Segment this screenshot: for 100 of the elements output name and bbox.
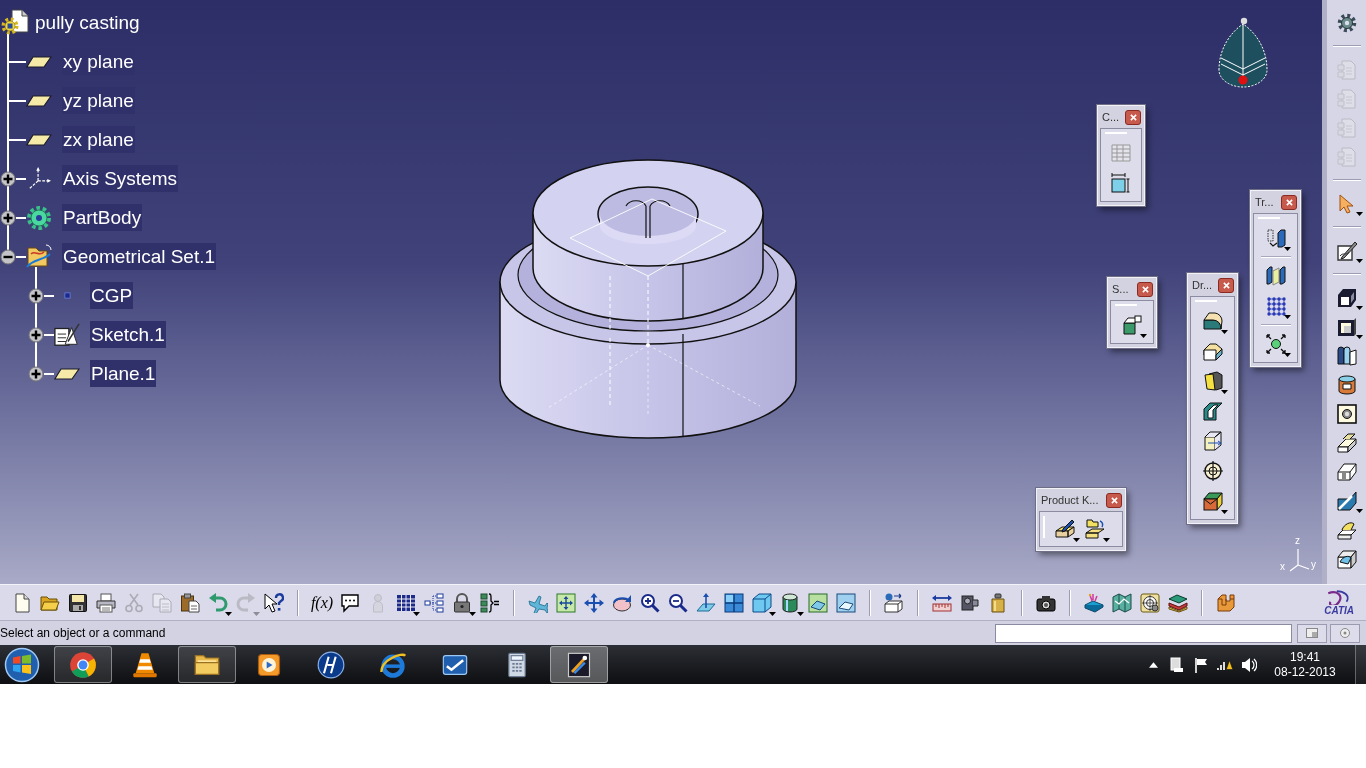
pencil-tray-icon xyxy=(1055,519,1075,539)
tree-item[interactable]: zx plane xyxy=(62,126,135,153)
status-button[interactable] xyxy=(1297,623,1327,643)
loft-shape-icon xyxy=(1336,519,1357,540)
caret-icon xyxy=(1355,335,1363,339)
weight-icon xyxy=(988,592,1008,613)
measure-item-icon xyxy=(960,592,980,613)
clock-date: 08-12-2013 xyxy=(1274,664,1336,680)
caret-icon xyxy=(469,611,476,616)
pocket-block-icon xyxy=(1336,316,1357,337)
slot-shape-icon xyxy=(1336,461,1357,482)
tree-item[interactable]: Sketch.1 xyxy=(90,321,166,348)
caret-icon xyxy=(1355,509,1363,513)
folded-box-icon xyxy=(1122,315,1142,335)
expand-icon[interactable] xyxy=(28,365,44,382)
expand-icon[interactable] xyxy=(0,209,16,226)
redo-arrow-icon xyxy=(236,592,256,613)
tree-item[interactable]: yz plane xyxy=(62,87,135,114)
new-document-icon xyxy=(12,592,32,613)
caret-icon xyxy=(1103,538,1110,542)
taskbar-button[interactable] xyxy=(178,646,236,683)
target-icon xyxy=(1140,592,1160,613)
close-button[interactable] xyxy=(1218,277,1234,293)
status-button[interactable] xyxy=(1330,623,1360,643)
show-desktop-button[interactable] xyxy=(1355,645,1366,684)
point-icon xyxy=(63,292,71,299)
clipboard-icon xyxy=(180,592,200,613)
caret-icon xyxy=(1355,306,1363,310)
cog-icon xyxy=(26,204,52,231)
settings-icon xyxy=(1336,12,1357,33)
expand-icon[interactable] xyxy=(28,287,44,304)
plane-icon xyxy=(26,133,52,146)
sketch-icon xyxy=(1336,240,1357,261)
stiffener-icon xyxy=(1336,490,1357,511)
taskbar-button[interactable] xyxy=(54,646,112,683)
plane-icon xyxy=(26,55,52,68)
fit-all-icon xyxy=(556,592,576,613)
toolbar-title: S... xyxy=(1112,281,1129,297)
caret-icon xyxy=(1355,212,1363,216)
ball-box-icon xyxy=(884,592,904,613)
tree-item[interactable]: Axis Systems xyxy=(62,165,179,192)
shell-block-icon xyxy=(1202,401,1223,421)
hierarchy-icon xyxy=(424,592,444,613)
close-button[interactable] xyxy=(1106,492,1122,508)
u-block-icon xyxy=(1216,592,1236,613)
caret-icon xyxy=(1220,390,1228,394)
compass-icon xyxy=(1218,17,1268,91)
folder-tray-icon xyxy=(1085,519,1105,539)
expand-icon[interactable] xyxy=(0,170,16,187)
close-button[interactable] xyxy=(1281,194,1297,210)
circle-icon xyxy=(1340,628,1350,638)
tree-item[interactable]: Plane.1 xyxy=(90,360,157,387)
map-icon xyxy=(1112,592,1132,613)
axis-label: z xyxy=(1295,535,1300,547)
envelope-block-icon xyxy=(1202,491,1223,511)
toolbar-title: Tr... xyxy=(1255,194,1274,210)
cylinder-icon xyxy=(780,592,800,613)
orb-icon xyxy=(4,646,40,683)
axis-icon xyxy=(27,166,51,191)
tree-item[interactable]: CGP xyxy=(90,282,134,309)
grid-table-icon xyxy=(1111,143,1131,163)
tree-item[interactable]: PartBody xyxy=(62,204,143,231)
stacked-pages-icon xyxy=(1336,59,1357,80)
zoom-out-icon xyxy=(668,592,688,613)
table-grid-icon xyxy=(396,592,416,613)
normal-view-icon xyxy=(696,592,716,613)
help-cursor-icon xyxy=(264,592,284,613)
caret-icon xyxy=(797,611,804,616)
caret-icon xyxy=(1140,334,1147,338)
signal-warning-icon xyxy=(1217,659,1233,670)
crosshair-icon xyxy=(1202,461,1223,481)
formula-button[interactable]: f(x) xyxy=(308,587,336,618)
collapse-icon[interactable] xyxy=(0,248,16,265)
tree-item[interactable]: Geometrical Set.1 xyxy=(62,243,217,270)
caret-icon xyxy=(769,611,776,616)
caret-icon xyxy=(1073,538,1080,542)
command-field[interactable] xyxy=(995,623,1292,643)
thickness-block-icon xyxy=(1202,431,1223,451)
printer-icon xyxy=(96,592,116,613)
swap-space-icon xyxy=(836,592,856,613)
stacked-pages-icon xyxy=(1336,146,1357,167)
zoom-in-icon xyxy=(640,592,660,613)
expand-icon[interactable] xyxy=(28,326,44,343)
list-brace-icon xyxy=(480,592,500,613)
dimension-box-icon xyxy=(1111,173,1131,193)
close-button[interactable] xyxy=(1125,109,1141,125)
axis-triad-icon xyxy=(1289,548,1310,572)
close-button[interactable] xyxy=(1137,281,1153,297)
tricolor-circle-icon xyxy=(69,650,97,679)
traffic-cone-icon xyxy=(131,650,159,679)
axis-label: y xyxy=(1311,559,1316,571)
chamfer-block-icon xyxy=(1202,341,1223,361)
plane-icon xyxy=(26,94,52,107)
taskbar-button[interactable] xyxy=(550,646,608,683)
swept-shape-icon xyxy=(1336,432,1357,453)
loft-cut-icon xyxy=(1336,548,1357,569)
caret-icon xyxy=(253,611,260,616)
round-logo-icon xyxy=(317,650,345,679)
pan-arrows-icon xyxy=(584,592,604,613)
show-hidden-icon xyxy=(1148,661,1158,668)
